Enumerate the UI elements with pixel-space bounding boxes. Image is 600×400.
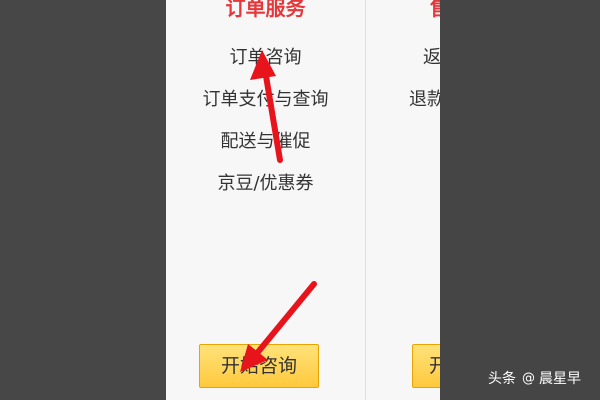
section-title-after-sale: 售 <box>430 0 440 22</box>
link-return[interactable]: 返 <box>423 46 440 70</box>
start-consult-button-2[interactable]: 开 <box>412 344 440 388</box>
after-sale-panel: 售 返 退款 开 <box>366 0 440 400</box>
link-delivery-urge[interactable]: 配送与催促 <box>166 130 365 154</box>
link-order-payment-query[interactable]: 订单支付与查询 <box>166 88 365 112</box>
link-refund[interactable]: 退款 <box>409 88 440 112</box>
section-title-order-service: 订单服务 <box>225 0 306 20</box>
dark-backdrop-left <box>0 0 166 400</box>
watermark-source: 头条 <box>488 371 516 387</box>
at-icon: @ <box>522 371 535 386</box>
watermark-author: 晨星早 <box>539 371 581 387</box>
order-service-panel: 订单服务 订单咨询 订单支付与查询 配送与催促 京豆/优惠券 开始咨询 <box>166 0 365 400</box>
dark-backdrop-right <box>440 0 600 400</box>
link-order-consult[interactable]: 订单咨询 <box>166 46 365 70</box>
start-consult-button[interactable]: 开始咨询 <box>199 344 319 388</box>
watermark: 头条 @ 晨星早 <box>488 368 581 390</box>
link-jingdou-coupon[interactable]: 京豆/优惠券 <box>166 172 365 196</box>
